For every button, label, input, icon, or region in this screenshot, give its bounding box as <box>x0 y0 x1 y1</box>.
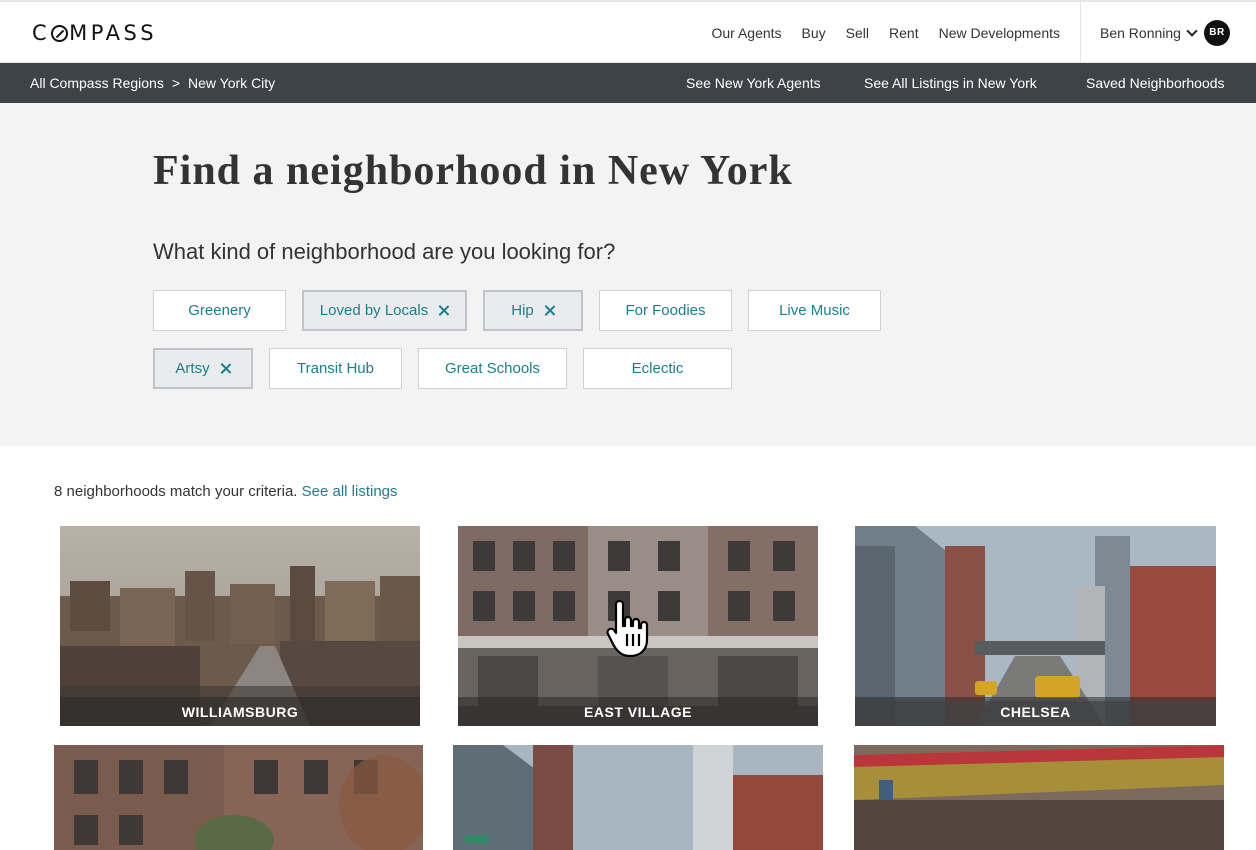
nav-buy[interactable]: Buy <box>802 25 826 41</box>
nav-new-developments[interactable]: New Developments <box>939 25 1060 41</box>
close-icon[interactable] <box>544 305 555 316</box>
neighborhood-card-6[interactable] <box>854 745 1224 850</box>
neighborhood-card-caption: WILLIAMSBURG <box>60 697 420 726</box>
filter-chip-label: Loved by Locals <box>319 302 429 319</box>
brownstone-photo <box>54 745 423 850</box>
top-navigation: C MPASS Our Agents Buy Sell Rent New Deve… <box>0 0 1256 63</box>
user-menu[interactable]: Ben Ronning BR <box>1100 2 1230 63</box>
page-title: Find a neighborhood in New York <box>153 148 793 194</box>
neighborhood-question: What kind of neighborhood are you lookin… <box>153 239 616 264</box>
neighborhood-card-4[interactable] <box>54 745 423 850</box>
logo-text-left: C <box>32 21 51 45</box>
filter-chip-artsy[interactable]: Artsy <box>153 348 253 389</box>
neighborhood-card-williamsburg[interactable]: WILLIAMSBURG <box>60 526 420 726</box>
filter-chip-hip[interactable]: Hip <box>483 290 583 331</box>
results-summary: 8 neighborhoods match your criteria. See… <box>54 483 398 500</box>
filter-chip-label: Transit Hub <box>297 360 374 377</box>
filter-chip-loved-by-locals[interactable]: Loved by Locals <box>302 290 467 331</box>
see-all-listings-link[interactable]: See All Listings in New York <box>864 75 1037 91</box>
nav-divider <box>1080 2 1081 63</box>
logo-text-right: MPASS <box>69 21 158 45</box>
compass-logo[interactable]: C MPASS <box>32 21 157 45</box>
breadcrumb-all-regions[interactable]: All Compass Regions <box>30 75 164 91</box>
williamsburg-photo <box>60 526 420 726</box>
neighborhood-card-caption: EAST VILLAGE <box>458 697 818 726</box>
see-all-listings-link-inline[interactable]: See all listings <box>302 483 398 500</box>
nav-sell[interactable]: Sell <box>846 25 869 41</box>
breadcrumb: All Compass Regions > New York City <box>30 63 275 103</box>
filter-chip-label: Hip <box>511 302 534 319</box>
filter-chip-live-music[interactable]: Live Music <box>748 290 881 331</box>
filter-chip-for-foodies[interactable]: For Foodies <box>599 290 732 331</box>
chelsea-photo <box>855 526 1216 726</box>
market-photo <box>854 745 1224 850</box>
east-village-photo <box>458 526 818 726</box>
high-line-photo <box>453 745 823 850</box>
saved-neighborhoods-link[interactable]: Saved Neighborhoods <box>1086 75 1225 91</box>
filter-chip-label: For Foodies <box>625 302 706 319</box>
results-count-text: 8 neighborhoods match your criteria. <box>54 483 298 500</box>
neighborhood-card-east-village[interactable]: EAST VILLAGE <box>458 526 818 726</box>
filter-chip-greenery[interactable]: Greenery <box>153 290 286 331</box>
neighborhood-card-caption: CHELSEA <box>855 697 1216 726</box>
close-icon[interactable] <box>220 363 231 374</box>
chevron-down-icon <box>1187 28 1196 37</box>
filter-chip-label: Live Music <box>779 302 850 319</box>
nav-our-agents[interactable]: Our Agents <box>712 25 782 41</box>
hero-section: Find a neighborhood in New York What kin… <box>0 103 1256 446</box>
see-new-york-agents-link[interactable]: See New York Agents <box>686 75 821 91</box>
user-name: Ben Ronning <box>1100 24 1181 41</box>
neighborhood-card-5[interactable] <box>453 745 823 850</box>
filter-chip-label: Eclectic <box>631 360 684 377</box>
filter-chip-label: Great Schools <box>444 360 541 377</box>
filter-chip-transit-hub[interactable]: Transit Hub <box>269 348 402 389</box>
nav-rent[interactable]: Rent <box>889 25 919 41</box>
filter-chip-great-schools[interactable]: Great Schools <box>418 348 567 389</box>
avatar: BR <box>1203 19 1230 46</box>
filter-chip-label: Artsy <box>175 360 210 377</box>
breadcrumb-separator: > <box>171 75 181 91</box>
filter-chip-label: Greenery <box>188 302 251 319</box>
logo-o-icon <box>51 25 69 42</box>
neighborhood-card-chelsea[interactable]: CHELSEA <box>855 526 1216 726</box>
main-nav-links: Our Agents Buy Sell Rent New Development… <box>692 2 1061 63</box>
filter-chip-eclectic[interactable]: Eclectic <box>583 348 732 389</box>
breadcrumb-new-york-city[interactable]: New York City <box>188 75 275 91</box>
sub-navigation: All Compass Regions > New York City See … <box>0 63 1256 103</box>
close-icon[interactable] <box>438 305 449 316</box>
